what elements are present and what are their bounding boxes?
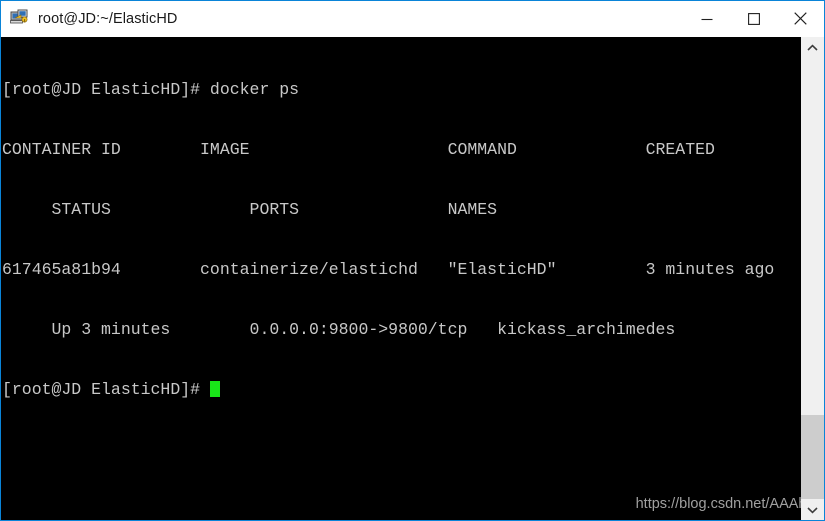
terminal-line: 617465a81b94 containerize/elastichd "Ela…	[2, 260, 775, 279]
terminal-body: [root@JD ElasticHD]# docker ps CONTAINER…	[1, 37, 824, 520]
terminal-text: [root@JD ElasticHD]# docker ps CONTAINER…	[2, 40, 774, 440]
minimize-button[interactable]	[683, 1, 730, 36]
scrollbar-track[interactable]	[801, 58, 824, 499]
terminal-line: [root@JD ElasticHD]# docker ps	[2, 80, 300, 99]
scroll-up-button[interactable]	[801, 37, 824, 58]
terminal-screen[interactable]: [root@JD ElasticHD]# docker ps CONTAINER…	[1, 37, 801, 520]
vertical-scrollbar[interactable]	[801, 37, 824, 520]
terminal-prompt-line: [root@JD ElasticHD]#	[2, 380, 774, 400]
putty-terminal-icon	[10, 9, 30, 29]
terminal-line: CONTAINER ID IMAGE COMMAND CREATED	[2, 140, 715, 159]
minimize-icon	[701, 18, 712, 20]
scroll-down-button[interactable]	[801, 499, 824, 520]
terminal-line: Up 3 minutes 0.0.0.0:9800->9800/tcp kick…	[2, 320, 676, 339]
scrollbar-thumb[interactable]	[801, 415, 824, 499]
terminal-window: root@JD:~/ElasticHD [root@JD ElasticHD]#…	[0, 0, 825, 521]
maximize-icon	[747, 12, 760, 25]
close-button[interactable]	[777, 1, 824, 36]
chevron-down-icon	[807, 506, 818, 514]
prompt-text: [root@JD ElasticHD]#	[2, 380, 210, 399]
chevron-up-icon	[807, 43, 818, 51]
title-bar-left: root@JD:~/ElasticHD	[1, 9, 683, 29]
text-cursor	[209, 381, 220, 397]
close-icon	[794, 12, 807, 25]
window-title: root@JD:~/ElasticHD	[38, 10, 178, 27]
window-controls	[683, 1, 824, 36]
maximize-button[interactable]	[730, 1, 777, 36]
terminal-line: STATUS PORTS NAMES	[2, 200, 498, 219]
title-bar[interactable]: root@JD:~/ElasticHD	[1, 1, 824, 37]
